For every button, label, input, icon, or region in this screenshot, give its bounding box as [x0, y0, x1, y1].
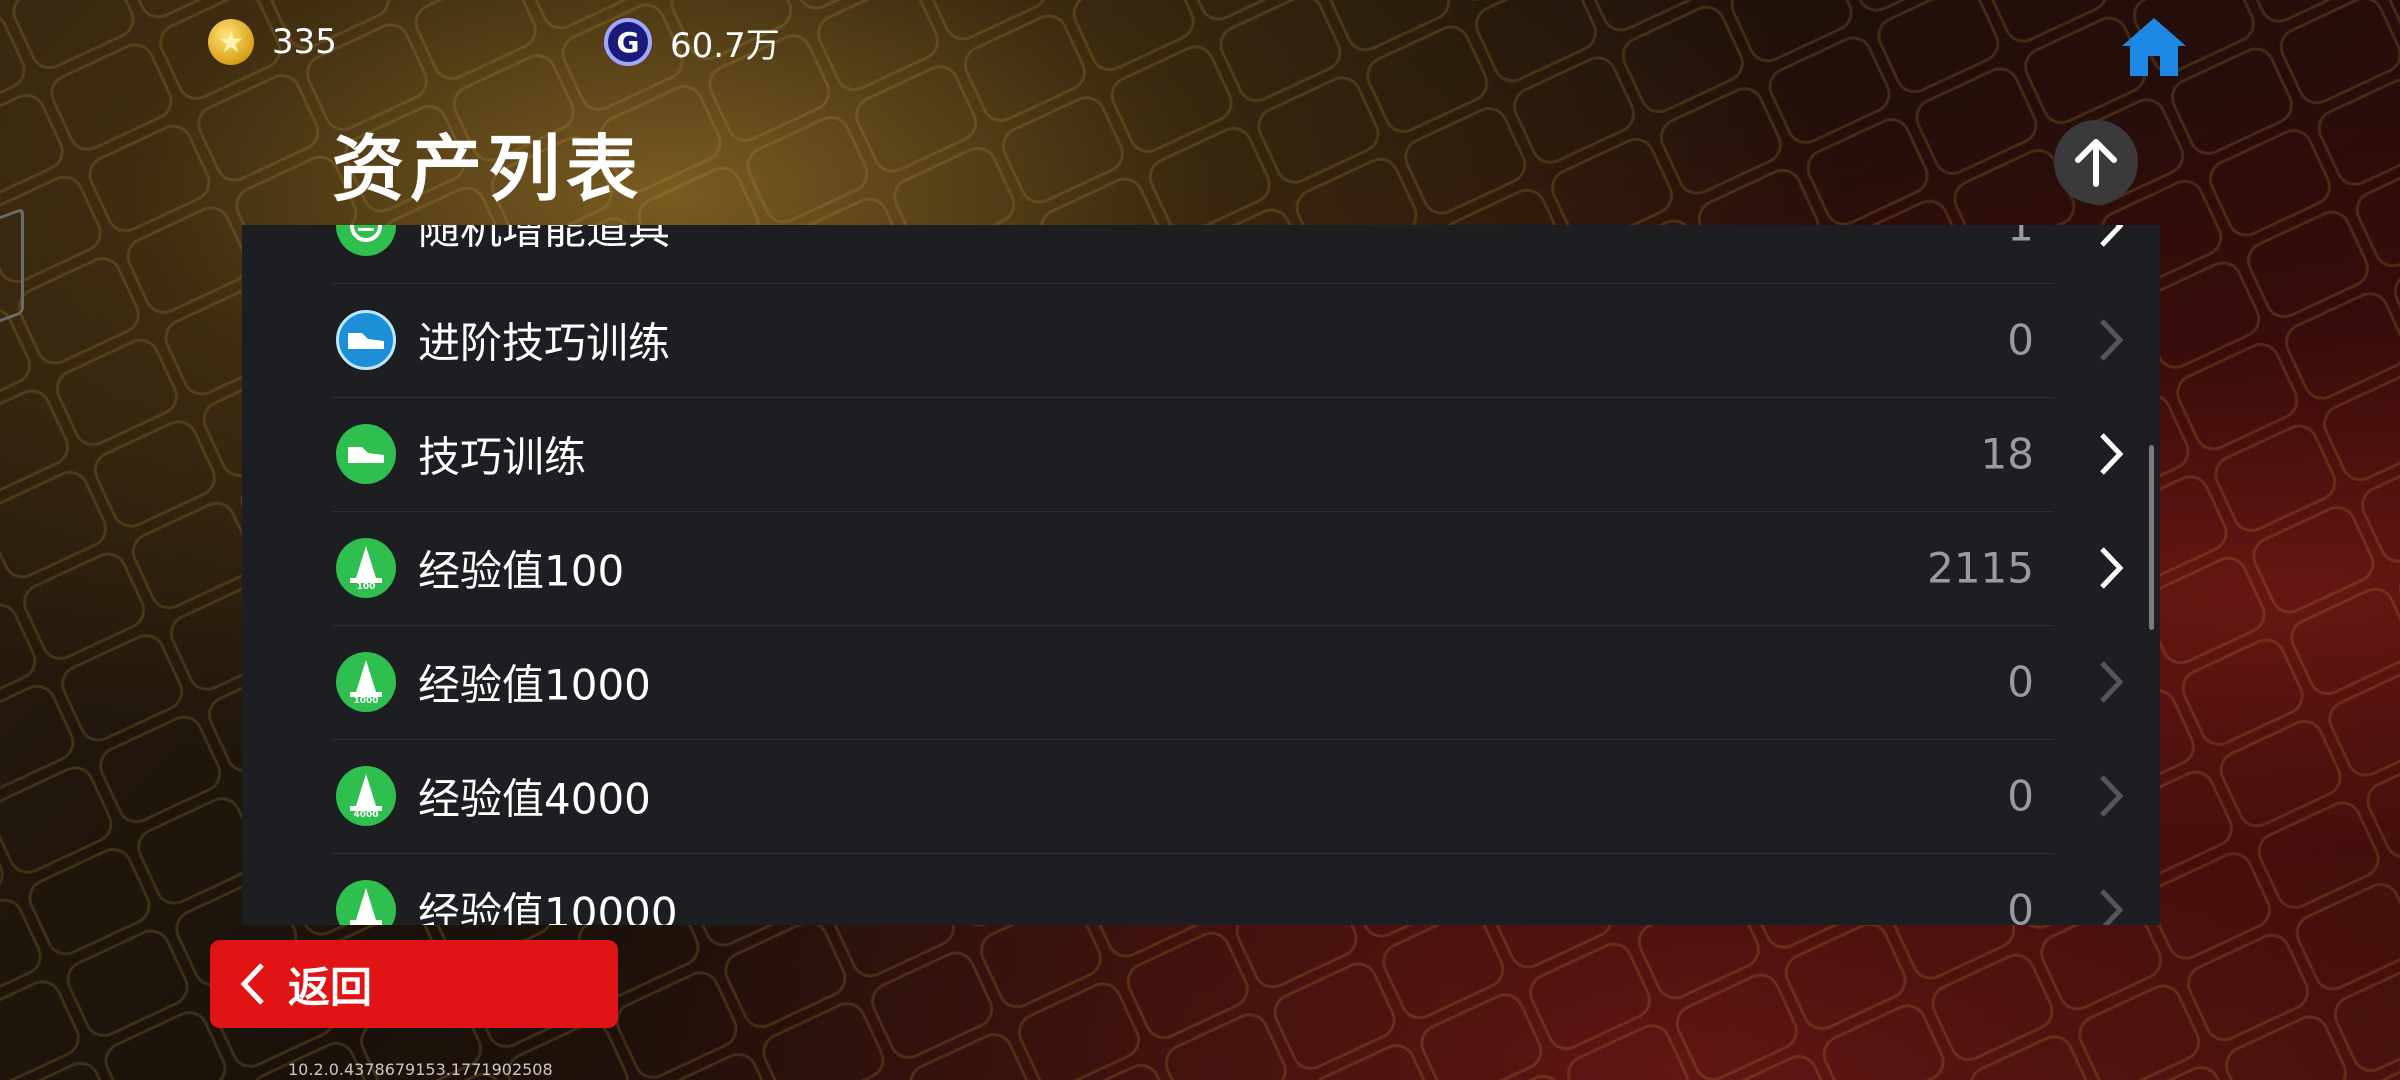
back-button[interactable]: 返回	[210, 940, 618, 1028]
cone-label: 1000	[353, 696, 379, 706]
asset-count: 0	[2007, 771, 2034, 821]
g-token-icon: G	[604, 18, 652, 66]
home-button[interactable]	[2118, 14, 2190, 80]
asset-row[interactable]: 随机增能道具 1	[332, 225, 2124, 284]
asset-count: 2115	[1927, 543, 2034, 593]
scroll-top-button[interactable]	[2054, 120, 2138, 204]
asset-label: 进阶技巧训练	[418, 318, 671, 368]
cone-label: 4000	[353, 810, 379, 820]
asset-row[interactable]: 进阶技巧训练 0	[332, 283, 2124, 398]
cone-icon: 1000	[336, 652, 396, 712]
chevron-right-icon	[2100, 433, 2124, 475]
powerup-icon	[336, 225, 396, 256]
asset-row[interactable]: 技巧训练 18	[332, 397, 2124, 512]
asset-list-panel[interactable]: 随机增能道具 1 进阶技巧训练 0 技巧训练 18 100 经验值100 211…	[242, 225, 2160, 925]
asset-row[interactable]: 100 经验值100 2115	[332, 511, 2124, 626]
page-title: 资产列表	[332, 127, 645, 211]
asset-count: 18	[1980, 429, 2034, 479]
asset-row[interactable]: 4000 经验值4000 0	[332, 739, 2124, 854]
arrow-up-icon	[2075, 139, 2117, 187]
cone-icon	[336, 880, 396, 925]
boot-icon	[336, 424, 396, 484]
asset-label: 随机增能道具	[418, 225, 671, 254]
asset-count: 1	[2007, 225, 2034, 251]
asset-count: 0	[2007, 657, 2034, 707]
home-icon	[2122, 18, 2186, 76]
asset-row[interactable]: 1000 经验值1000 0	[332, 625, 2124, 740]
chevron-right-icon	[2100, 661, 2124, 703]
gold-coin-balance: ★ 335	[208, 19, 337, 65]
gold-coin-value: 335	[272, 22, 337, 62]
asset-count: 0	[2007, 885, 2034, 926]
side-decoration	[0, 207, 24, 329]
asset-label: 经验值10000	[418, 888, 678, 926]
chevron-right-icon	[2100, 889, 2124, 925]
chevron-right-icon	[2100, 547, 2124, 589]
asset-label: 经验值4000	[418, 774, 651, 824]
back-button-label: 返回	[288, 962, 373, 1012]
chevron-left-icon	[240, 963, 264, 1005]
asset-label: 经验值1000	[418, 660, 651, 710]
g-token-value: 60.7万	[670, 25, 780, 66]
asset-row[interactable]: 经验值10000 0	[332, 853, 2124, 926]
asset-count: 0	[2007, 315, 2034, 365]
g-token-balance: G 60.7万	[604, 18, 780, 66]
chevron-right-icon	[2100, 225, 2124, 247]
asset-label: 技巧训练	[418, 432, 587, 482]
boot-icon	[336, 310, 396, 370]
scrollbar[interactable]	[2149, 445, 2154, 630]
chevron-right-icon	[2100, 319, 2124, 361]
star-coin-icon: ★	[208, 19, 254, 65]
cone-label: 100	[356, 582, 376, 592]
asset-label: 经验值100	[418, 546, 625, 596]
chevron-right-icon	[2100, 775, 2124, 817]
cone-icon: 100	[336, 538, 396, 598]
cone-icon: 4000	[336, 766, 396, 826]
version-text: 10.2.0.4378679153.1771902508	[288, 1060, 553, 1079]
